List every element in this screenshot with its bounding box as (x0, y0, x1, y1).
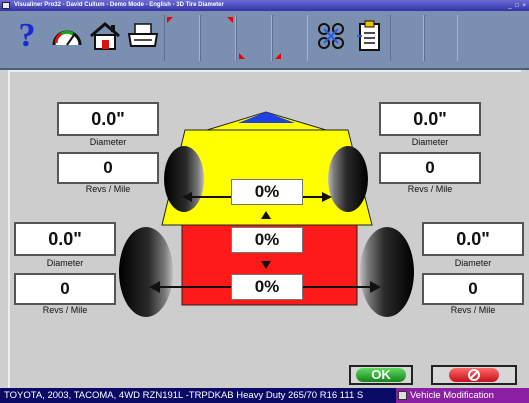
ok-button[interactable]: OK (349, 365, 413, 385)
window-title: Visualiner Pro32 - David Cullum - Demo M… (14, 2, 224, 8)
vehicle-modification-indicator[interactable]: Vehicle Modification (396, 388, 529, 403)
toolbar-slot-empty-1 (390, 15, 424, 61)
status-slot-3 (236, 15, 272, 61)
front-axle-percent: 0% (231, 179, 303, 205)
status-slot-2 (200, 15, 236, 61)
vehicle-modification-icon (398, 391, 407, 400)
front-left-tire (164, 146, 204, 212)
tire-diameter-icon (357, 20, 380, 51)
side-to-side-percent: 0% (231, 227, 303, 253)
gauge-icon (52, 30, 82, 46)
rear-left-tire (119, 227, 173, 317)
home-button[interactable] (86, 17, 124, 55)
front-left-diameter-label: Diameter (89, 137, 127, 147)
rear-left-revs: 0 (14, 273, 116, 305)
front-right-revs-label: Revs / Mile (407, 184, 453, 194)
gauge-button[interactable] (48, 17, 86, 55)
ok-button-label: OK (356, 368, 406, 382)
rear-left-revs-label: Revs / Mile (42, 305, 88, 315)
front-right-diameter: 0.0" (379, 102, 481, 136)
help-button[interactable]: ? (8, 17, 46, 55)
rear-left-diameter: 0.0" (14, 222, 116, 256)
front-left-revs-label: Revs / Mile (85, 184, 131, 194)
rear-right-diameter: 0.0" (422, 222, 524, 256)
app-icon (2, 2, 10, 9)
vehicle-modification-label: Vehicle Modification (410, 390, 494, 401)
front-right-tire (328, 146, 368, 212)
status-slot-4 (272, 15, 308, 61)
home-icon (90, 22, 120, 50)
rear-right-revs-label: Revs / Mile (450, 305, 496, 315)
front-left-diameter: 0.0" (57, 102, 159, 136)
front-left-revs: 0 (57, 152, 159, 184)
front-right-revs: 0 (379, 152, 481, 184)
help-icon: ? (18, 17, 36, 54)
rear-right-tire (360, 227, 414, 317)
rear-axle-percent: 0% (231, 274, 303, 300)
cancel-button[interactable] (431, 365, 517, 385)
toolbar-slot-empty-2 (424, 15, 458, 61)
front-right-diameter-label: Diameter (411, 137, 449, 147)
window-controls[interactable]: _ □ × (508, 1, 527, 11)
tire-diameter-button[interactable] (350, 17, 388, 55)
toolbar: ? (0, 11, 529, 70)
tire-diameter-panel: 0% 0% 0% 0.0" Diameter 0 Revs / Mile 0.0… (8, 70, 524, 388)
vehicle-info: TOYOTA, 2003, TACOMA, 4WD RZN191L -TRPDK… (4, 390, 364, 401)
vehicle-specs-button[interactable] (312, 17, 350, 55)
status-bar: TOYOTA, 2003, TACOMA, 4WD RZN191L -TRPDK… (0, 388, 529, 403)
cancel-icon (449, 368, 499, 382)
rear-right-diameter-label: Diameter (454, 258, 492, 268)
print-button[interactable] (124, 17, 162, 55)
print-icon (127, 23, 159, 47)
rear-left-diameter-label: Diameter (46, 258, 84, 268)
vehicle-specs-icon (318, 23, 344, 49)
status-slot-1 (164, 15, 200, 61)
title-bar: Visualiner Pro32 - David Cullum - Demo M… (0, 0, 529, 11)
rear-right-revs: 0 (422, 273, 524, 305)
